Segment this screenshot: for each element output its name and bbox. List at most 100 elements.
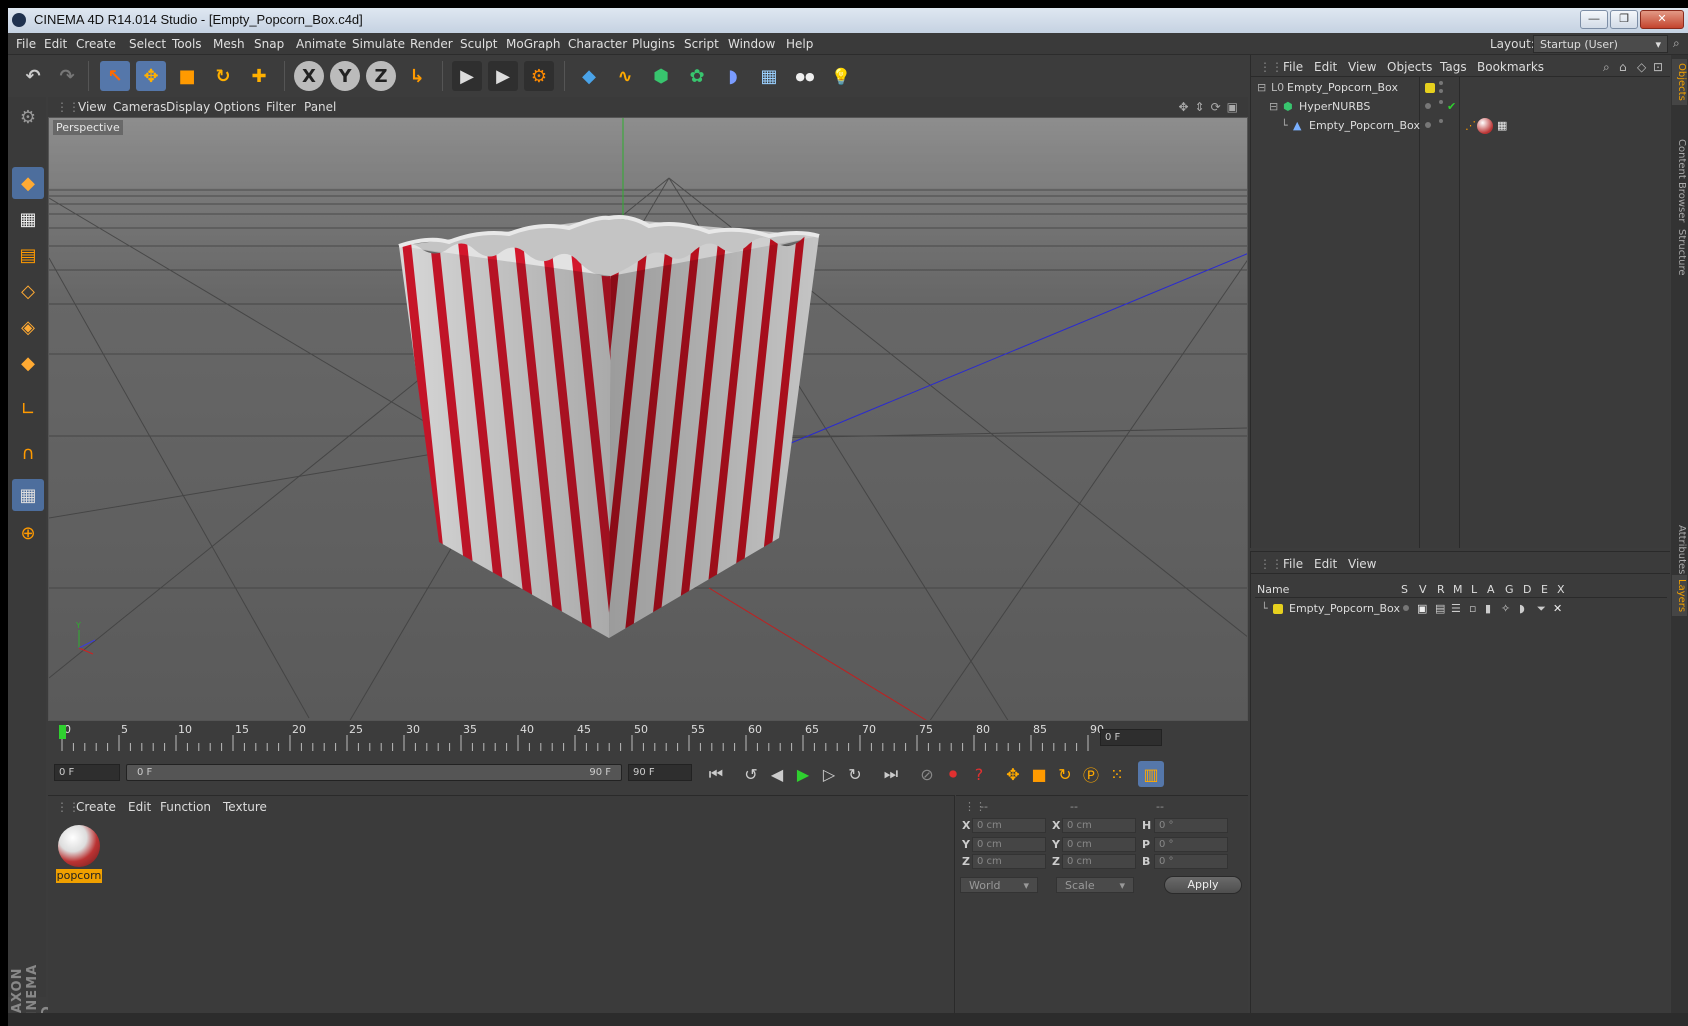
key-rotation-icon[interactable]: ↻ — [1052, 761, 1078, 787]
scene-floor-button[interactable]: ▦ — [754, 61, 784, 91]
generators-toggle-icon[interactable]: ✧ — [1501, 602, 1510, 615]
nurbs-button[interactable]: ⬢ — [646, 61, 676, 91]
playhead-marker[interactable] — [59, 725, 66, 739]
redo-button[interactable]: ↷ — [52, 61, 82, 91]
col-animation[interactable]: A — [1487, 583, 1495, 596]
add-tool-button[interactable]: ✚ — [244, 61, 274, 91]
render-visibility-dot[interactable] — [1439, 100, 1443, 104]
tab-layers[interactable]: Layers — [1672, 575, 1687, 617]
previous-key-icon[interactable]: ↺ — [738, 761, 764, 787]
rotate-tool-button[interactable]: ↻ — [208, 61, 238, 91]
object-name[interactable]: Empty_Popcorn_Box — [1287, 81, 1398, 94]
col-deformers[interactable]: D — [1523, 583, 1531, 596]
col-render[interactable]: R — [1437, 583, 1445, 596]
viewport-camera-label[interactable]: Perspective — [53, 120, 123, 135]
go-to-start-icon[interactable]: ⏮ — [703, 761, 729, 787]
key-scale-icon[interactable]: ■ — [1026, 761, 1052, 787]
deformers-toggle-icon[interactable]: ◗ — [1519, 602, 1525, 615]
frame-range-slider[interactable]: 0 F 90 F — [126, 764, 622, 781]
key-parameter-icon[interactable]: Ⓟ — [1078, 761, 1104, 787]
viewport-menu-panel[interactable]: Panel — [304, 100, 336, 114]
y-axis-lock-button[interactable]: Y — [330, 61, 360, 91]
coordinate-space-dropdown[interactable]: World ▾ — [960, 877, 1038, 893]
material-tag-icon[interactable] — [1477, 118, 1493, 134]
om-new-window-icon[interactable]: ⊡ — [1653, 60, 1663, 74]
menu-help[interactable]: Help — [786, 37, 813, 51]
om-menu-bookmarks[interactable]: Bookmarks — [1477, 60, 1544, 74]
om-menu-objects[interactable]: Objects — [1387, 60, 1432, 74]
om-row-hypernurbs[interactable]: ⊟ ⬢ HyperNURBS ✔ — [1251, 98, 1670, 116]
viewport-menu-cameras[interactable]: Cameras — [113, 100, 166, 114]
uvw-tag-icon[interactable]: ▦ — [1497, 119, 1507, 132]
render-view-button[interactable]: ▶ — [452, 61, 482, 91]
camera-button[interactable]: ●● — [790, 61, 820, 91]
make-editable-icon[interactable]: ⚙ — [12, 101, 44, 133]
material-menu-edit[interactable]: Edit — [128, 800, 151, 814]
menu-edit[interactable]: Edit — [44, 37, 67, 51]
phong-tag-icon[interactable]: ⋰ — [1465, 119, 1476, 132]
render-picture-viewer-button[interactable]: ▶ — [488, 61, 518, 91]
om-menu-view[interactable]: View — [1348, 60, 1376, 74]
texture-mode-icon[interactable]: ▦ — [12, 203, 44, 235]
render-visibility-dot[interactable] — [1439, 119, 1443, 123]
manager-toggle-icon[interactable]: ☰ — [1451, 602, 1461, 615]
om-search-icon[interactable]: ⌕ — [1603, 60, 1610, 75]
lm-menu-edit[interactable]: Edit — [1314, 557, 1337, 571]
viewport-menu-options[interactable]: Options — [214, 100, 260, 114]
viewport-menu-view[interactable]: View — [78, 100, 106, 114]
collapse-icon[interactable]: ⊟ — [1269, 100, 1278, 113]
edges-mode-icon[interactable]: ◈ — [12, 311, 44, 343]
restore-button[interactable]: ❐ — [1610, 10, 1638, 29]
next-key-icon[interactable]: ↻ — [842, 761, 868, 787]
editor-visibility-dot[interactable] — [1425, 122, 1431, 128]
light-button[interactable]: 💡 — [826, 61, 856, 91]
size-mode-dropdown[interactable]: Scale ▾ — [1056, 877, 1134, 893]
popcorn-box-model[interactable] — [398, 215, 820, 639]
menu-snap[interactable]: Snap — [254, 37, 284, 51]
magnet-icon[interactable]: ∩ — [12, 437, 44, 469]
menu-plugins[interactable]: Plugins — [632, 37, 675, 51]
animation-toggle-icon[interactable]: ▮ — [1485, 602, 1491, 615]
play-forward-icon[interactable]: ▶ — [790, 761, 816, 787]
lm-menu-view[interactable]: View — [1348, 557, 1376, 571]
material-menu-function[interactable]: Function — [160, 800, 211, 814]
keyframe-selection-icon[interactable]: ? — [966, 761, 992, 787]
timeline-window-icon[interactable]: ▥ — [1138, 761, 1164, 787]
tab-attributes[interactable]: Attributes — [1672, 521, 1687, 578]
go-to-end-icon[interactable]: ⏭ — [878, 761, 904, 787]
layout-dropdown[interactable]: Startup (User) ▾ — [1533, 35, 1668, 53]
spline-button[interactable]: ∿ — [610, 61, 640, 91]
menu-select[interactable]: Select — [129, 37, 166, 51]
search-icon[interactable]: ⌕ — [1673, 36, 1687, 50]
enabled-check-icon[interactable]: ✔ — [1447, 100, 1456, 113]
col-solo[interactable]: S — [1401, 583, 1408, 596]
model-mode-icon[interactable]: ◆ — [12, 167, 44, 199]
om-home-icon[interactable]: ⌂ — [1619, 60, 1627, 74]
select-tool-button[interactable]: ↖ — [100, 61, 130, 91]
col-xref[interactable]: X — [1557, 583, 1565, 596]
record-keys-icon[interactable]: ⊘ — [914, 761, 940, 787]
layer-color-swatch[interactable] — [1425, 83, 1435, 93]
object-name[interactable]: Empty_Popcorn_Box — [1309, 119, 1420, 132]
om-row-root[interactable]: ⊟ L0 Empty_Popcorn_Box — [1251, 79, 1670, 97]
tab-structure[interactable]: Structure — [1672, 225, 1687, 280]
lock-toggle-icon[interactable]: ▫ — [1469, 602, 1476, 615]
menu-tools[interactable]: Tools — [172, 37, 202, 51]
solo-toggle-icon[interactable] — [1403, 605, 1409, 611]
menu-character[interactable]: Character — [568, 37, 627, 51]
menu-create[interactable]: Create — [76, 37, 116, 51]
cube-primitive-button[interactable]: ◆ — [574, 61, 604, 91]
tab-content-browser[interactable]: Content Browser — [1672, 135, 1687, 226]
menu-script[interactable]: Script — [684, 37, 719, 51]
menu-simulate[interactable]: Simulate — [352, 37, 405, 51]
col-generators[interactable]: G — [1505, 583, 1514, 596]
x-axis-lock-button[interactable]: X — [294, 61, 324, 91]
tab-objects[interactable]: Objects — [1672, 59, 1687, 105]
material-menu-texture[interactable]: Texture — [223, 800, 267, 814]
om-up-icon[interactable]: ◇ — [1637, 60, 1646, 74]
object-name[interactable]: HyperNURBS — [1299, 100, 1370, 113]
render-settings-button[interactable]: ⚙ — [524, 61, 554, 91]
om-menu-file[interactable]: File — [1283, 60, 1303, 74]
move-tool-button[interactable]: ✥ — [136, 61, 166, 91]
expressions-toggle-icon[interactable]: ⏷ — [1537, 602, 1546, 616]
